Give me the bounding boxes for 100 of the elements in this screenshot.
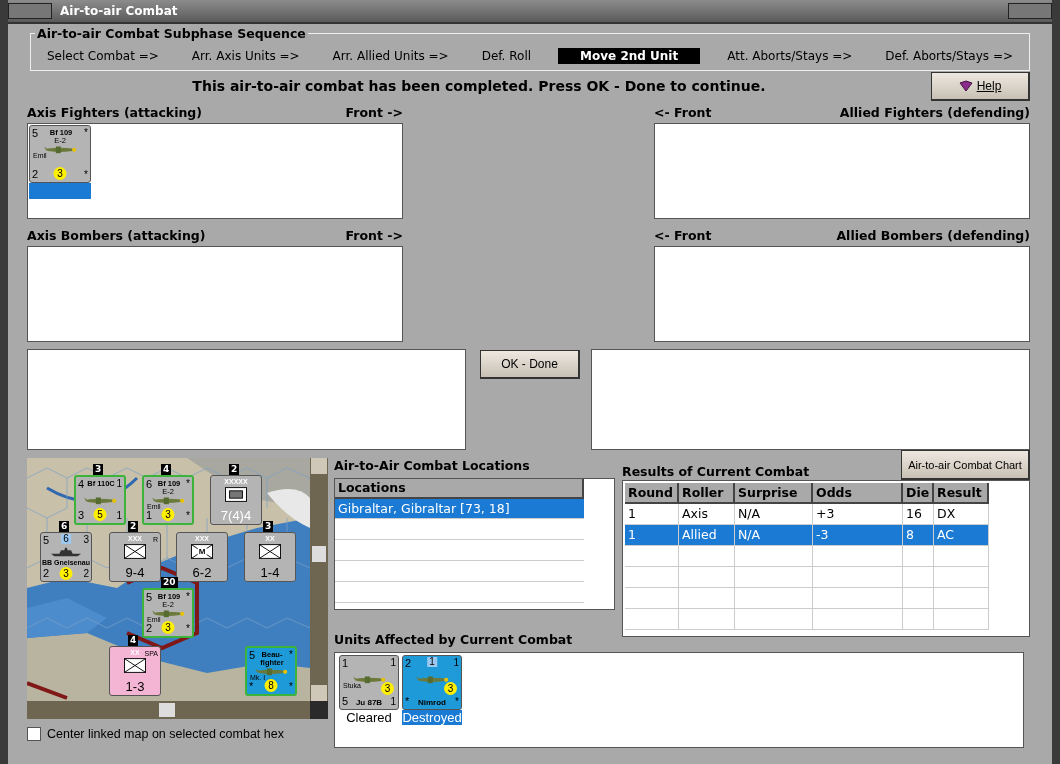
column-header[interactable]: Die bbox=[903, 483, 934, 504]
counter-value: * bbox=[84, 170, 88, 180]
strength-circle: 3 bbox=[381, 682, 394, 695]
counter-value: 1 bbox=[427, 657, 437, 667]
subphase-step: Def. Roll bbox=[475, 48, 538, 64]
unit-list[interactable] bbox=[654, 246, 1030, 342]
plane-icon bbox=[415, 674, 449, 684]
counter-value: * bbox=[186, 592, 190, 602]
infantry-symbol-icon bbox=[124, 544, 146, 559]
checkbox-label: Center linked map on selected combat hex bbox=[47, 727, 284, 741]
combat-value: 6-2 bbox=[192, 566, 212, 579]
location-row[interactable]: Gibraltar, Gibraltar [73, 18] bbox=[335, 499, 584, 519]
unit-counter[interactable]: 2 1 1 3 * Nimrod * bbox=[402, 655, 462, 710]
combat-value: 9-4 bbox=[125, 566, 145, 579]
subphase-step: Def. Aborts/Stays => bbox=[879, 48, 1019, 64]
ok-done-button[interactable]: OK - Done bbox=[480, 350, 580, 379]
stack-count: 20 bbox=[161, 577, 178, 588]
scroll-thumb[interactable] bbox=[159, 703, 175, 717]
table-cell: N/A bbox=[735, 525, 813, 546]
infantry-symbol-icon bbox=[124, 658, 146, 673]
ship-icon bbox=[49, 547, 83, 557]
stack-count: 6 bbox=[59, 521, 70, 532]
stack-count: 2 bbox=[128, 521, 139, 532]
counter-value: * bbox=[186, 624, 190, 634]
strength-circle: 3 bbox=[161, 508, 175, 521]
plane-icon bbox=[151, 495, 185, 505]
combat-value: 1-4 bbox=[260, 566, 280, 579]
strength-circle: 3 bbox=[53, 167, 67, 180]
counter-value: 6 bbox=[146, 479, 153, 490]
hq-symbol-icon bbox=[225, 487, 247, 502]
strength-circle: 5 bbox=[93, 508, 107, 521]
counter-value: 2 bbox=[32, 169, 39, 180]
subphase-step: Att. Aborts/Stays => bbox=[721, 48, 859, 64]
counter-value: 5 bbox=[249, 650, 256, 661]
counter-value: 1 bbox=[390, 697, 396, 707]
combat-value: 1-3 bbox=[125, 680, 145, 693]
counter-value: 1 bbox=[146, 510, 153, 521]
counter-value: 3 bbox=[83, 535, 89, 545]
status-message: This air-to-air combat has been completed. Press OK - Done to continue. bbox=[191, 78, 767, 94]
combat-chart-button[interactable]: Air-to-air Combat Chart bbox=[901, 450, 1030, 480]
counter-value: 1 bbox=[390, 658, 396, 668]
table-cell: AC bbox=[934, 525, 989, 546]
result-row[interactable]: 1 Allied N/A -3 8 AC bbox=[625, 525, 989, 546]
column-header[interactable]: Round bbox=[625, 483, 679, 504]
checkbox[interactable] bbox=[27, 727, 41, 741]
strength-circle: 8 bbox=[264, 679, 278, 692]
counter-value: 2 bbox=[146, 623, 153, 634]
front-label: Front -> bbox=[345, 227, 403, 243]
unit-letter: M bbox=[197, 548, 207, 556]
unit-name: Nimrod bbox=[418, 699, 446, 707]
front-label: Front -> bbox=[345, 104, 403, 120]
panel-title: Axis Fighters (attacking) bbox=[27, 104, 202, 120]
section-title: Air-to-Air Combat Locations bbox=[334, 458, 531, 475]
table-cell: 8 bbox=[903, 525, 934, 546]
table-cell: 1 bbox=[625, 525, 679, 546]
horizontal-scrollbar[interactable] bbox=[27, 701, 310, 719]
column-header[interactable]: Result bbox=[934, 483, 989, 504]
subphase-step: Arr. Axis Units => bbox=[185, 48, 306, 64]
counter-value: 3 bbox=[78, 510, 85, 521]
column-header[interactable]: Roller bbox=[679, 483, 735, 504]
plane-icon bbox=[83, 495, 117, 505]
strength-circle: 3 bbox=[444, 682, 457, 695]
unit-list[interactable] bbox=[654, 123, 1030, 219]
counter-value: 5 bbox=[342, 696, 349, 707]
window-title: Air-to-air Combat bbox=[60, 4, 178, 18]
subphase-step: Arr. Allied Units => bbox=[326, 48, 455, 64]
plane-icon bbox=[352, 674, 386, 684]
counter-value: 2 bbox=[43, 568, 50, 579]
scroll-thumb[interactable] bbox=[312, 546, 326, 562]
counter-value: 2 bbox=[83, 569, 89, 579]
front-label: <- Front bbox=[654, 104, 712, 120]
counter-value: 1 bbox=[116, 479, 122, 489]
strength-circle: 3 bbox=[59, 567, 73, 580]
section-title: Units Affected by Current Combat bbox=[334, 632, 574, 649]
stack-count: 3 bbox=[263, 521, 274, 532]
combat-value: 7(4)4 bbox=[220, 509, 252, 522]
counter-value: 6 bbox=[61, 534, 71, 544]
group-title: Air-to-air Combat Subphase Sequence bbox=[35, 26, 308, 41]
infantry-symbol-icon bbox=[259, 544, 281, 559]
counter-value: 4 bbox=[78, 479, 85, 490]
help-button[interactable]: Help bbox=[931, 71, 1030, 101]
plane-icon bbox=[254, 666, 288, 676]
vertical-scrollbar[interactable] bbox=[310, 458, 328, 701]
column-header[interactable]: Surprise bbox=[735, 483, 813, 504]
plane-icon bbox=[151, 608, 185, 618]
counter-value: * bbox=[289, 650, 293, 660]
counter-value: 1 bbox=[453, 658, 459, 668]
counter-value: 5 bbox=[32, 128, 39, 139]
column-header[interactable]: Locations bbox=[335, 479, 584, 499]
unit-list[interactable] bbox=[27, 246, 403, 342]
counter-value: 5 bbox=[146, 592, 153, 603]
subphase-step: Select Combat => bbox=[41, 48, 165, 64]
counter-value: * bbox=[289, 682, 293, 692]
column-header[interactable]: Odds bbox=[813, 483, 903, 504]
unit-status: Cleared bbox=[345, 710, 393, 725]
window-menu-button[interactable] bbox=[8, 3, 52, 19]
window-button[interactable] bbox=[1008, 3, 1052, 19]
panel-title: Axis Bombers (attacking) bbox=[27, 227, 206, 243]
counter-value: 5 bbox=[43, 535, 50, 546]
counter-value: 1 bbox=[342, 658, 349, 669]
